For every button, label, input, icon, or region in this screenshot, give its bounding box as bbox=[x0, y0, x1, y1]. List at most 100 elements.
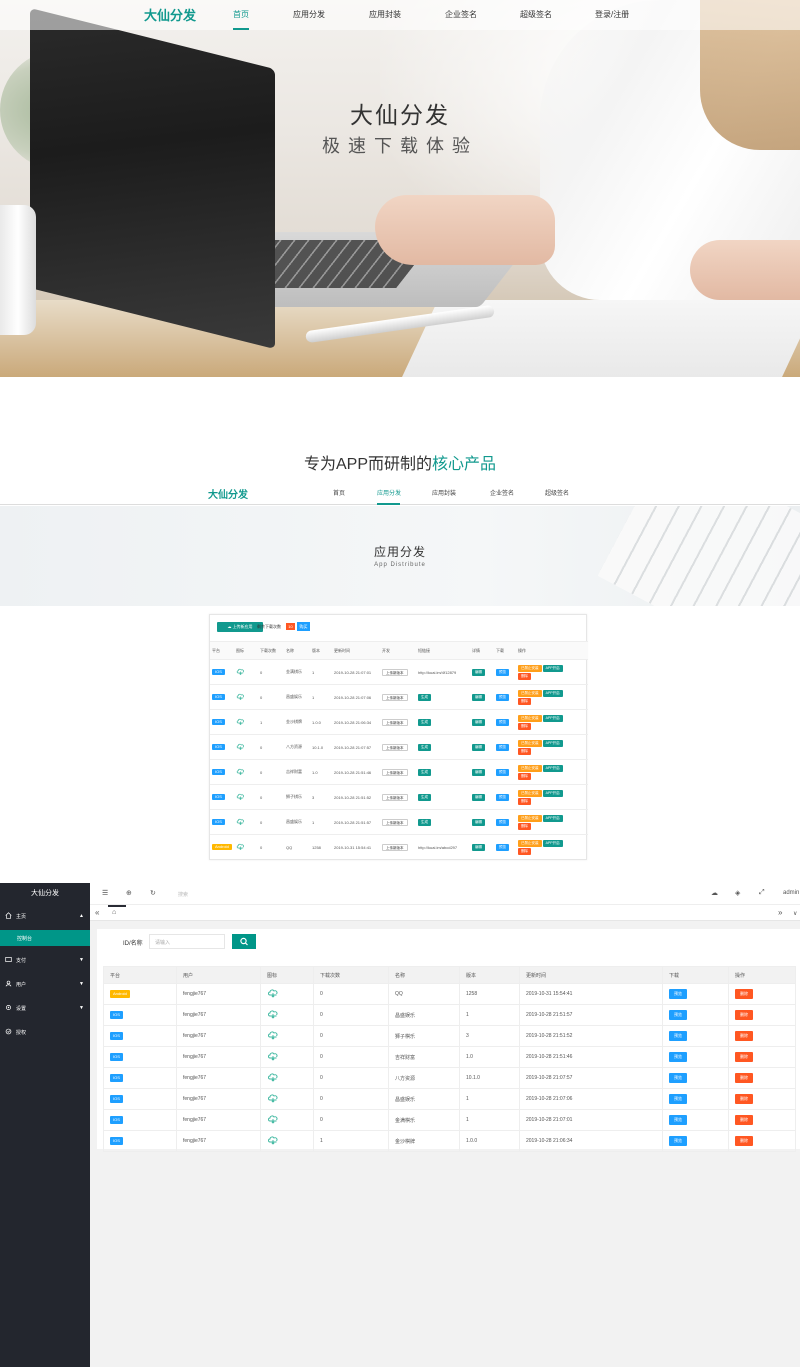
delete-button[interactable]: 删除 bbox=[735, 1136, 753, 1146]
delete-button[interactable]: 删除 bbox=[735, 1094, 753, 1104]
tabs-menu-icon[interactable]: ∨ bbox=[793, 910, 797, 917]
upload-version-button[interactable]: 上传新版本 bbox=[382, 668, 408, 676]
preview-button[interactable]: 预览 bbox=[496, 818, 509, 826]
fullscreen-icon[interactable]: ⤢ bbox=[759, 889, 765, 897]
install-toggle-button[interactable]: 已禁止安装 bbox=[518, 714, 542, 722]
preview-button[interactable]: 预览 bbox=[496, 743, 509, 751]
generate-link-button[interactable]: 生成 bbox=[418, 743, 431, 751]
nav-link-super-sign[interactable]: 超级签名 bbox=[520, 9, 552, 20]
nav-link-distribute[interactable]: 应用分发 bbox=[293, 9, 325, 20]
generate-link-button[interactable]: 生成 bbox=[418, 818, 431, 826]
buy-downloads-button[interactable]: 购买 bbox=[297, 622, 310, 631]
search-button[interactable] bbox=[232, 934, 256, 949]
preview-button[interactable]: 预览 bbox=[669, 1094, 687, 1104]
user-menu[interactable]: admin bbox=[783, 890, 799, 896]
preview-button[interactable]: 预览 bbox=[669, 1010, 687, 1020]
nav-link-home[interactable]: 首页 bbox=[233, 9, 249, 20]
inner-nav-link-super-sign[interactable]: 超级签名 bbox=[545, 488, 569, 497]
delete-button[interactable]: 删除 bbox=[518, 672, 531, 680]
edit-button[interactable]: 编辑 bbox=[472, 818, 485, 826]
edit-button[interactable]: 编辑 bbox=[472, 793, 485, 801]
tabs-scroll-left-icon[interactable]: « bbox=[95, 908, 99, 917]
edit-button[interactable]: 编辑 bbox=[472, 668, 485, 676]
delete-button[interactable]: 删除 bbox=[518, 772, 531, 780]
edit-button[interactable]: 编辑 bbox=[472, 843, 485, 851]
upload-version-button[interactable]: 上传新版本 bbox=[382, 768, 408, 776]
preview-button[interactable]: 预览 bbox=[669, 1136, 687, 1146]
sidebar-item-home[interactable]: 主页 ▲ bbox=[0, 906, 90, 926]
preview-button[interactable]: 预览 bbox=[669, 989, 687, 999]
upload-version-button[interactable]: 上传新版本 bbox=[382, 718, 408, 726]
tabs-scroll-right-icon[interactable]: » bbox=[778, 908, 782, 917]
preview-button[interactable]: 预览 bbox=[496, 668, 509, 676]
delete-button[interactable]: 删除 bbox=[735, 1052, 753, 1062]
preview-button[interactable]: 预览 bbox=[669, 1052, 687, 1062]
preview-button[interactable]: 预览 bbox=[496, 718, 509, 726]
sidebar-item-auth[interactable]: 授权 bbox=[0, 1022, 90, 1042]
nav-link-login[interactable]: 登录/注册 bbox=[595, 9, 629, 20]
short-link[interactable]: http://kuai.im/abcd297 bbox=[418, 845, 457, 850]
app-toggle-button[interactable]: APP开启 bbox=[542, 839, 563, 847]
app-toggle-button[interactable]: APP开启 bbox=[542, 714, 563, 722]
menu-toggle-icon[interactable]: ☰ bbox=[102, 889, 108, 897]
preview-button[interactable]: 预览 bbox=[669, 1073, 687, 1083]
preview-button[interactable]: 预览 bbox=[496, 768, 509, 776]
delete-button[interactable]: 删除 bbox=[735, 989, 753, 999]
inner-nav-link-home[interactable]: 首页 bbox=[333, 488, 345, 497]
inner-nav-link-package[interactable]: 应用封装 bbox=[432, 488, 456, 497]
install-toggle-button[interactable]: 已禁止安装 bbox=[518, 664, 542, 672]
edit-button[interactable]: 编辑 bbox=[472, 743, 485, 751]
upload-version-button[interactable]: 上传新版本 bbox=[382, 793, 408, 801]
delete-button[interactable]: 删除 bbox=[518, 697, 531, 705]
app-toggle-button[interactable]: APP开启 bbox=[542, 739, 563, 747]
app-toggle-button[interactable]: APP开启 bbox=[542, 764, 563, 772]
edit-button[interactable]: 编辑 bbox=[472, 693, 485, 701]
sidebar-item-user[interactable]: 用户 ▼ bbox=[0, 974, 90, 994]
generate-link-button[interactable]: 生成 bbox=[418, 793, 431, 801]
install-toggle-button[interactable]: 已禁止安装 bbox=[518, 739, 542, 747]
nav-link-enterprise-sign[interactable]: 企业签名 bbox=[445, 9, 477, 20]
delete-button[interactable]: 删除 bbox=[735, 1031, 753, 1041]
app-toggle-button[interactable]: APP开启 bbox=[542, 789, 563, 797]
delete-button[interactable]: 删除 bbox=[518, 847, 531, 855]
theme-icon[interactable]: ◈ bbox=[735, 889, 740, 897]
install-toggle-button[interactable]: 已禁止安装 bbox=[518, 814, 542, 822]
message-icon[interactable]: ☁ bbox=[711, 889, 718, 897]
refresh-icon[interactable]: ↻ bbox=[150, 889, 156, 897]
generate-link-button[interactable]: 生成 bbox=[418, 718, 431, 726]
short-link[interactable]: http://kuai.im/4f12879 bbox=[418, 670, 456, 675]
upload-version-button[interactable]: 上传新版本 bbox=[382, 843, 408, 851]
preview-button[interactable]: 预览 bbox=[496, 793, 509, 801]
tab-home[interactable] bbox=[108, 905, 126, 921]
app-toggle-button[interactable]: APP开启 bbox=[542, 689, 563, 697]
sidebar-item-console[interactable]: 控制台 bbox=[0, 930, 90, 946]
nav-link-package[interactable]: 应用封装 bbox=[369, 9, 401, 20]
search-input[interactable]: 请输入 bbox=[149, 934, 225, 949]
install-toggle-button[interactable]: 已禁止安装 bbox=[518, 689, 542, 697]
generate-link-button[interactable]: 生成 bbox=[418, 693, 431, 701]
delete-button[interactable]: 删除 bbox=[518, 722, 531, 730]
delete-button[interactable]: 删除 bbox=[518, 797, 531, 805]
site-logo[interactable]: 大仙分发 bbox=[144, 5, 196, 24]
install-toggle-button[interactable]: 已禁止安装 bbox=[518, 839, 542, 847]
install-toggle-button[interactable]: 已禁止安装 bbox=[518, 764, 542, 772]
install-toggle-button[interactable]: 已禁止安装 bbox=[518, 789, 542, 797]
inner-nav-link-distribute[interactable]: 应用分发 bbox=[377, 488, 401, 497]
upload-version-button[interactable]: 上传新版本 bbox=[382, 693, 408, 701]
preview-button[interactable]: 预览 bbox=[669, 1031, 687, 1041]
upload-version-button[interactable]: 上传新版本 bbox=[382, 818, 408, 826]
globe-icon[interactable]: ⊕ bbox=[126, 889, 132, 897]
generate-link-button[interactable]: 生成 bbox=[418, 768, 431, 776]
delete-button[interactable]: 删除 bbox=[735, 1115, 753, 1125]
inner-nav-link-enterprise-sign[interactable]: 企业签名 bbox=[490, 488, 514, 497]
delete-button[interactable]: 删除 bbox=[518, 822, 531, 830]
app-toggle-button[interactable]: APP开启 bbox=[542, 664, 563, 672]
edit-button[interactable]: 编辑 bbox=[472, 768, 485, 776]
preview-button[interactable]: 预览 bbox=[669, 1115, 687, 1125]
edit-button[interactable]: 编辑 bbox=[472, 718, 485, 726]
app-toggle-button[interactable]: APP开启 bbox=[542, 814, 563, 822]
inner-site-logo[interactable]: 大仙分发 bbox=[208, 486, 248, 501]
sidebar-item-pay[interactable]: 支付 ▼ bbox=[0, 950, 90, 970]
sidebar-item-settings[interactable]: 设置 ▼ bbox=[0, 998, 90, 1018]
top-search-input[interactable]: 搜索 bbox=[178, 891, 188, 898]
